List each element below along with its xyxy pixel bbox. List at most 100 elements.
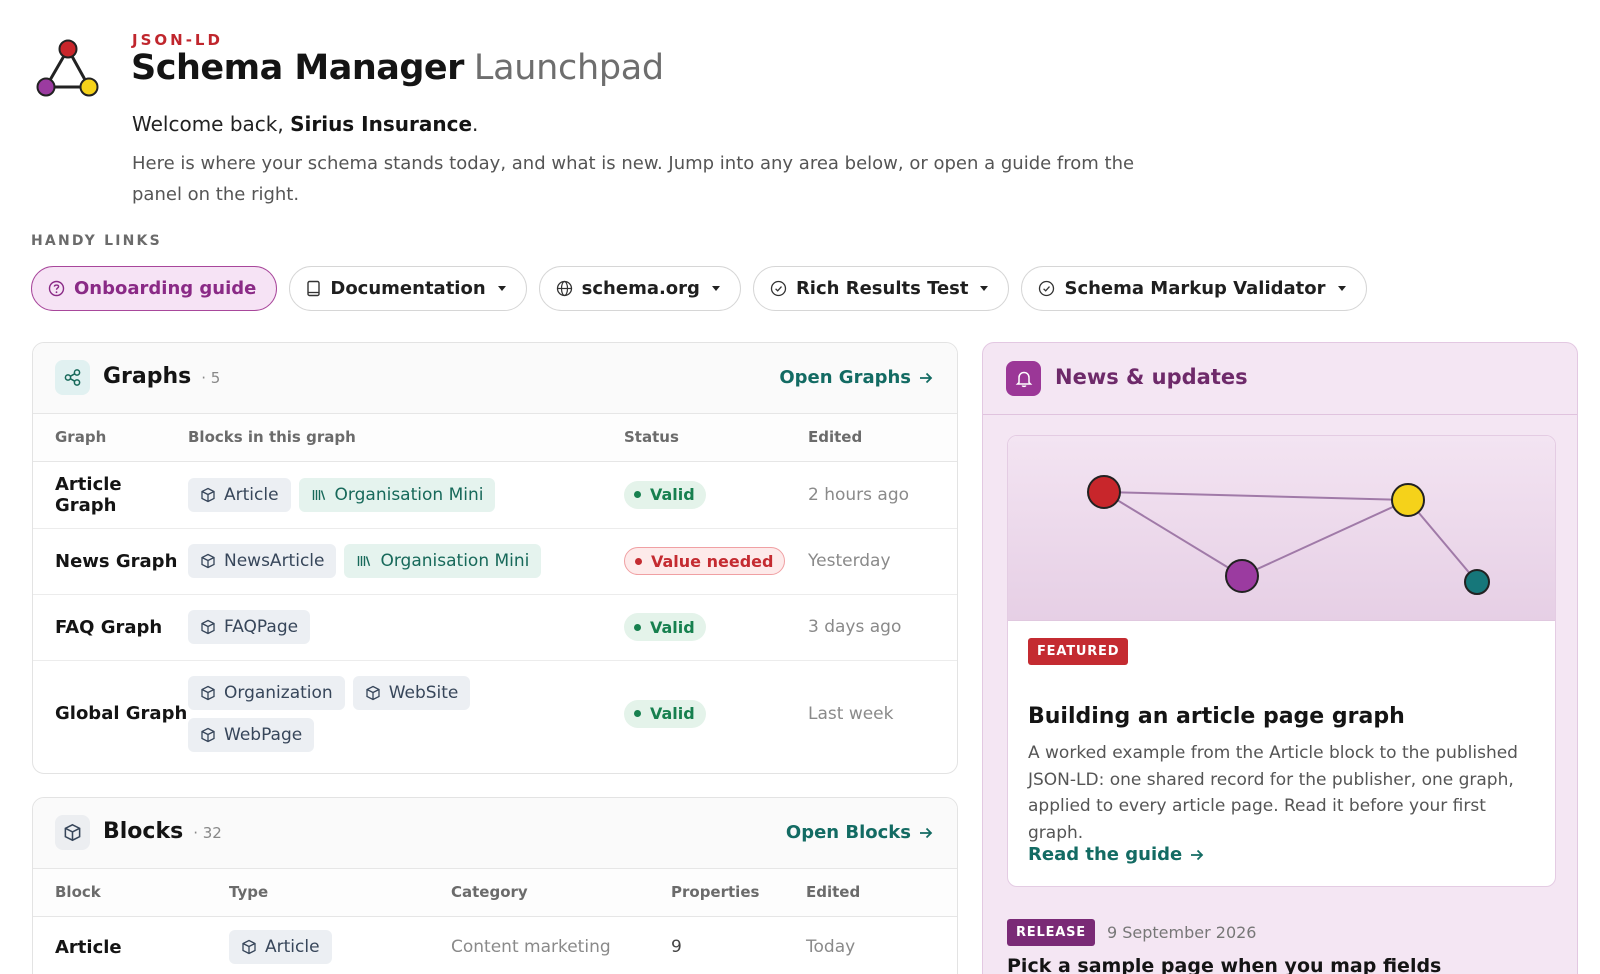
- cube-icon: [55, 815, 90, 850]
- block-chip[interactable]: NewsArticle: [188, 544, 337, 578]
- status-badge: Valid: [624, 699, 706, 728]
- library-icon: [358, 556, 371, 567]
- question-circle-icon: [48, 280, 65, 297]
- graphs-title: Graphs · 5: [103, 364, 220, 389]
- release-date: 9 September 2026: [1106, 923, 1257, 942]
- block-chip[interactable]: WebPage: [188, 717, 315, 752]
- rich-results-test-dropdown[interactable]: Rich Results Test: [752, 266, 1010, 311]
- app-subtitle: Launchpad: [473, 48, 664, 88]
- onboarding-guide-label: Onboarding guide: [74, 278, 257, 299]
- schema-graph-logo: [36, 39, 99, 97]
- library-chip-label: Organisation Mini: [334, 484, 484, 505]
- library-chip[interactable]: Organisation Mini: [344, 544, 542, 578]
- handy-links-label: HANDY LINKS: [31, 233, 162, 249]
- arrow-right-icon: [1191, 849, 1204, 860]
- featured-illustration: [1008, 436, 1555, 621]
- status-label: Valid: [650, 485, 695, 504]
- status-dot: [634, 491, 641, 498]
- block-chip[interactable]: FAQPage: [188, 610, 311, 644]
- news-title: News & updates: [1055, 365, 1248, 389]
- check-circle-icon: [770, 280, 787, 297]
- onboarding-guide-button[interactable]: Onboarding guide: [31, 266, 278, 311]
- featured-article-card[interactable]: FEATURED Building an article page graph …: [1007, 435, 1556, 887]
- block-row-article[interactable]: Article Article Content marketing 9 Toda…: [33, 916, 957, 974]
- type-chip-label: Article: [265, 937, 320, 958]
- cube-icon: [201, 727, 215, 742]
- cube-icon: [201, 619, 215, 635]
- open-blocks-link[interactable]: Open Blocks: [786, 822, 933, 843]
- featured-body: A worked example from the Article block …: [1028, 743, 1518, 843]
- app-title: Schema Manager: [131, 48, 464, 88]
- status-dot: [635, 557, 642, 565]
- block-chip-label: NewsArticle: [224, 551, 325, 571]
- block-name[interactable]: Article: [33, 916, 229, 974]
- column-header-graph: Graph: [33, 414, 188, 462]
- graphs-table: Graph Blocks in this graph Status Edited…: [33, 414, 957, 767]
- news-header: News & updates: [983, 343, 1577, 415]
- featured-badge: FEATURED: [1028, 638, 1129, 665]
- purple-node: [1225, 559, 1259, 593]
- block-category: Content marketing: [451, 937, 611, 958]
- open-graphs-link[interactable]: Open Graphs: [779, 367, 933, 388]
- column-header-block: Block: [33, 869, 229, 917]
- organisation-name: Sirius Insurance: [290, 112, 473, 136]
- graph-row-faq[interactable]: FAQ Graph FAQPage Valid 3 days ago: [33, 594, 957, 661]
- library-chip[interactable]: Organisation Mini: [298, 477, 496, 512]
- graph-row-global[interactable]: Global Graph Organization WebSite WebPag…: [33, 660, 957, 767]
- block-chip-label: FAQPage: [224, 617, 299, 637]
- graph-illustration: [1087, 475, 1490, 595]
- cube-icon: [201, 487, 215, 502]
- blocks-count: · 32: [193, 824, 222, 842]
- graphs-title-text: Graphs: [103, 364, 192, 389]
- rich-results-test-label: Rich Results Test: [795, 278, 969, 299]
- cube-icon: [201, 685, 215, 700]
- open-graphs-label: Open Graphs: [779, 367, 911, 388]
- schema-markup-validator-dropdown[interactable]: Schema Markup Validator: [1021, 266, 1367, 311]
- cube-icon: [201, 553, 215, 569]
- cube-icon: [366, 685, 380, 700]
- chevron-down-icon: [980, 286, 989, 291]
- graphs-count: · 5: [201, 369, 221, 387]
- welcome-message: Welcome back, Sirius Insurance.: [132, 112, 478, 136]
- block-chip[interactable]: WebSite: [352, 675, 471, 710]
- documentation-label: Documentation: [330, 278, 486, 299]
- graph-name[interactable]: FAQ Graph: [33, 594, 188, 661]
- graph-row-article[interactable]: Article Graph Article Organisation Mini …: [33, 461, 957, 529]
- blocks-title: Blocks · 32: [103, 819, 222, 844]
- column-header-edited: Edited: [808, 414, 957, 462]
- library-chip-label: Organisation Mini: [380, 551, 530, 571]
- handy-links: Onboarding guide Documentation schema.or…: [31, 266, 1367, 311]
- library-icon: [312, 489, 325, 500]
- column-header-status: Status: [624, 414, 808, 462]
- schema-org-dropdown[interactable]: schema.org: [538, 266, 741, 311]
- block-chip-label: WebPage: [224, 724, 303, 745]
- app-eyebrow: JSON-LD: [132, 31, 223, 49]
- graph-name[interactable]: Article Graph: [33, 461, 188, 529]
- welcome-suffix: .: [472, 112, 479, 136]
- read-the-guide-link[interactable]: Read the guide: [1028, 844, 1204, 865]
- blocks-card: Blocks · 32 Open Blocks Block Type Catego…: [32, 797, 958, 974]
- column-header-category: Category: [451, 869, 671, 917]
- status-dot: [634, 623, 641, 631]
- block-chip[interactable]: Article: [188, 477, 291, 512]
- check-circle-icon: [1039, 280, 1055, 297]
- graph-name[interactable]: Global Graph: [33, 660, 188, 767]
- graph-row-news[interactable]: News Graph NewsArticle Organisation Mini…: [33, 528, 957, 595]
- featured-title[interactable]: Building an article page graph: [1028, 704, 1405, 729]
- status-badge: Valid: [624, 480, 706, 509]
- status-dot: [634, 710, 641, 718]
- block-chip[interactable]: Organization: [188, 675, 345, 710]
- blocks-table: Block Type Category Properties Edited Ar…: [33, 869, 957, 974]
- open-blocks-label: Open Blocks: [785, 822, 911, 843]
- release-title[interactable]: Pick a sample page when you map fields: [1007, 955, 1441, 974]
- globe-icon: [556, 280, 572, 297]
- edited-time: Last week: [808, 703, 894, 724]
- schema-markup-validator-label: Schema Markup Validator: [1064, 278, 1326, 299]
- graphs-card-header: Graphs · 5 Open Graphs: [33, 343, 957, 414]
- graph-name[interactable]: News Graph: [33, 528, 188, 595]
- documentation-dropdown[interactable]: Documentation: [289, 266, 527, 311]
- release-meta: RELEASE 9 September 2026: [1007, 919, 1256, 946]
- arrow-right-icon: [920, 827, 933, 838]
- edited-time: 3 days ago: [808, 594, 957, 661]
- arrow-right-icon: [920, 372, 933, 383]
